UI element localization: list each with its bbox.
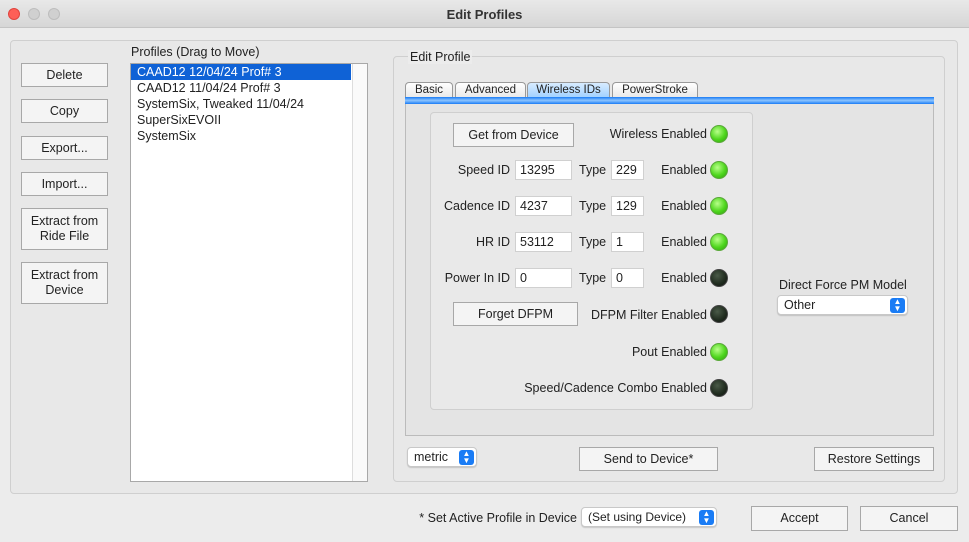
accept-button[interactable]: Accept [751,506,848,531]
tab-powerstroke[interactable]: PowerStroke [612,82,698,98]
wireless-group [430,112,753,410]
label: Extract from [30,214,99,228]
edit-profile-label: Edit Profile [408,50,473,64]
dfpm-filter-led-icon [710,305,728,323]
cadence-id-label: Cadence ID [443,199,510,213]
cadence-id-input[interactable]: 4237 [515,196,572,216]
tab-bar [405,97,934,104]
dfpm-model-select[interactable]: Other ▲ ▼ [777,295,908,315]
list-item[interactable]: SystemSix [131,128,367,144]
type-label: Type [579,271,607,285]
label: Device [45,283,84,297]
list-item[interactable]: CAAD12 12/04/24 Prof# 3 [131,64,351,80]
type-label: Type [579,235,607,249]
active-profile-select[interactable]: (Set using Device) ▲ ▼ [581,507,717,527]
hr-id-label: HR ID [475,235,510,249]
dfpm-filter-label: DFPM Filter Enabled [590,308,707,322]
speed-id-label: Speed ID [457,163,510,177]
list-item[interactable]: SystemSix, Tweaked 11/04/24 [131,96,367,112]
combo-enabled-led-icon [710,379,728,397]
tab-basic[interactable]: Basic [405,82,453,98]
chevron-updown-icon: ▲ ▼ [890,298,905,313]
select-value: (Set using Device) [588,510,687,524]
type-label: Type [579,163,607,177]
hr-id-input[interactable]: 53112 [515,232,572,252]
tab-advanced[interactable]: Advanced [455,82,526,98]
dfpm-model-label: Direct Force PM Model [779,278,907,292]
active-profile-label: * Set Active Profile in Device [419,511,577,525]
title-bar: Edit Profiles [0,0,969,28]
hr-enabled-led-icon [710,233,728,251]
restore-settings-button[interactable]: Restore Settings [814,447,934,471]
list-item[interactable]: CAAD12 11/04/24 Prof# 3 [131,80,367,96]
power-in-id-input[interactable]: 0 [515,268,572,288]
list-item[interactable]: SuperSixEVOII [131,112,367,128]
enabled-label: Enabled [661,199,707,213]
wireless-enabled-label: Wireless Enabled [609,127,707,141]
enabled-label: Enabled [661,163,707,177]
enabled-label: Enabled [661,235,707,249]
send-to-device-button[interactable]: Send to Device* [579,447,718,471]
speed-id-input[interactable]: 13295 [515,160,572,180]
delete-button[interactable]: Delete [21,63,108,87]
chevron-updown-icon: ▲ ▼ [699,510,714,525]
select-value: metric [414,450,449,464]
enabled-label: Enabled [661,271,707,285]
get-from-device-button[interactable]: Get from Device [453,123,574,147]
profiles-list[interactable]: CAAD12 12/04/24 Prof# 3 CAAD12 11/04/24 … [130,63,368,482]
tab-wireless-ids[interactable]: Wireless IDs [527,82,610,98]
cadence-enabled-led-icon [710,197,728,215]
window-title: Edit Profiles [446,7,523,22]
pout-enabled-led-icon [710,343,728,361]
profiles-label: Profiles (Drag to Move) [131,45,260,59]
label: Ride File [39,229,90,243]
speed-cadence-combo-label: Speed/Cadence Combo Enabled [524,381,707,395]
units-select[interactable]: metric ▲ ▼ [407,447,477,467]
extract-from-device-button[interactable]: Extract from Device [21,262,108,304]
copy-button[interactable]: Copy [21,99,108,123]
chevron-updown-icon: ▲ ▼ [459,450,474,465]
type-label: Type [579,199,607,213]
extract-from-ride-file-button[interactable]: Extract from Ride File [21,208,108,250]
wireless-enabled-led-icon [710,125,728,143]
cancel-button[interactable]: Cancel [860,506,958,531]
select-value: Other [784,298,816,312]
speed-enabled-led-icon [710,161,728,179]
power-enabled-led-icon [710,269,728,287]
export-button[interactable]: Export... [21,136,108,160]
import-button[interactable]: Import... [21,172,108,196]
power-in-id-label: Power In ID [444,271,510,285]
scrollbar[interactable] [352,64,367,481]
pout-enabled-label: Pout Enabled [631,345,707,359]
label: Extract from [30,268,99,282]
